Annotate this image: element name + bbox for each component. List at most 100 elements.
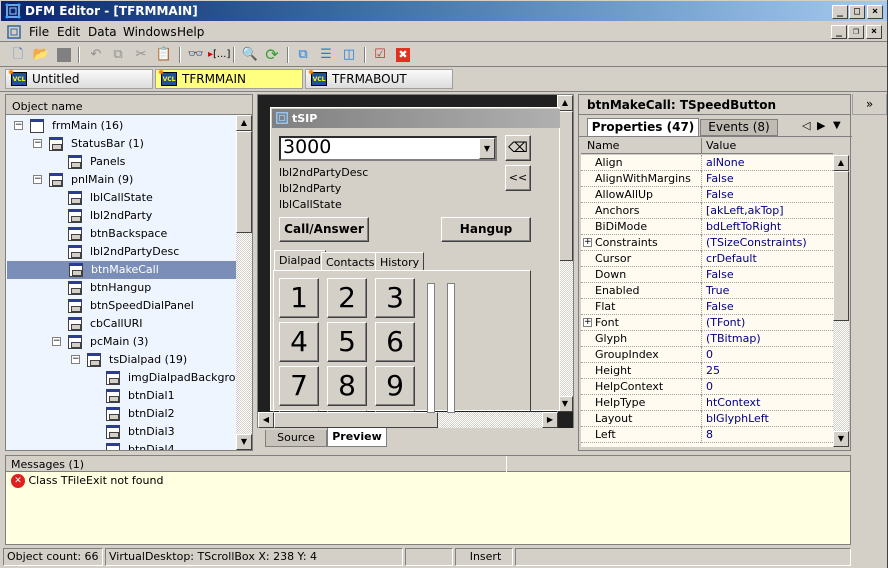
child-close-button[interactable]: × <box>866 25 882 39</box>
tab-properties[interactable]: Properties (47) <box>587 118 699 136</box>
property-value[interactable]: False <box>706 267 734 282</box>
open-folder-icon[interactable]: 📂 <box>31 46 51 64</box>
tree-node[interactable]: lblCallState <box>6 189 235 207</box>
doc-tab-untitled[interactable]: VCL Untitled <box>5 69 153 89</box>
property-row[interactable]: Height 25 <box>581 363 833 379</box>
find-binoculars-icon[interactable]: 👓 <box>186 46 206 64</box>
property-value[interactable]: False <box>706 299 734 314</box>
preview-search-icon[interactable]: 🔍 <box>240 46 260 64</box>
tree-node[interactable]: btnSpeedDialPanel <box>6 297 235 315</box>
property-row[interactable]: Align alNone <box>581 155 833 171</box>
property-row[interactable]: + Font (TFont) <box>581 315 833 331</box>
dial-key-4[interactable]: 4 <box>279 322 319 362</box>
checklist-icon[interactable]: ☑ <box>370 46 390 64</box>
property-row[interactable]: + Constraints (TSizeConstraints) <box>581 235 833 251</box>
doc-tab-tfrmabout[interactable]: VCL TFRMABOUT <box>305 69 453 89</box>
tree-node[interactable]: btnMakeCall <box>7 261 236 279</box>
refresh-icon[interactable]: ⟳ <box>262 46 282 64</box>
tree-node[interactable]: − pnlMain (9) <box>6 171 235 189</box>
property-value[interactable]: (TSizeConstraints) <box>706 235 807 250</box>
dial-key-partial[interactable] <box>279 410 319 412</box>
property-row[interactable]: AllowAllUp False <box>581 187 833 203</box>
expand-toggle-icon[interactable]: + <box>583 318 592 327</box>
backspace-button[interactable]: ⌫ <box>505 135 531 161</box>
paste-icon[interactable]: 📋 <box>154 46 174 64</box>
dial-key-3[interactable]: 3 <box>375 278 415 318</box>
scroll-up-button[interactable]: ▲ <box>833 155 849 171</box>
tree-node[interactable]: btnDial4 <box>6 441 235 450</box>
property-value[interactable]: (TFont) <box>706 315 745 330</box>
property-scrollbar[interactable]: ▲ ▼ <box>833 155 849 447</box>
mic-volume-slider[interactable] <box>427 283 435 413</box>
message-item[interactable]: ✕ Class TFileExit not found <box>11 474 163 488</box>
tile-horizontal-icon[interactable]: ☰ <box>316 46 336 64</box>
property-row[interactable]: AlignWithMargins False <box>581 171 833 187</box>
scroll-down-button[interactable]: ▼ <box>833 431 849 447</box>
scroll-left-button[interactable]: ◀ <box>258 412 274 428</box>
dial-key-1[interactable]: 1 <box>279 278 319 318</box>
tree-node[interactable]: cbCallURI <box>6 315 235 333</box>
dial-key-2[interactable]: 2 <box>327 278 367 318</box>
property-row[interactable]: Cursor crDefault <box>581 251 833 267</box>
scroll-thumb[interactable] <box>833 171 849 321</box>
property-row[interactable]: HelpType htContext <box>581 395 833 411</box>
property-row[interactable]: GroupIndex 0 <box>581 347 833 363</box>
property-row[interactable]: Glyph (TBitmap) <box>581 331 833 347</box>
tab-events[interactable]: Events (8) <box>700 119 778 136</box>
tree-node[interactable]: − StatusBar (1) <box>6 135 235 153</box>
hangup-button[interactable]: Hangup <box>441 217 531 242</box>
menu-windows[interactable]: Windows <box>123 25 177 39</box>
scroll-down-button[interactable]: ▼ <box>236 434 252 450</box>
property-value[interactable]: [akLeft,akTop] <box>706 203 784 218</box>
tree-node[interactable]: lbl2ndPartyDesc <box>6 243 235 261</box>
designer-hscrollbar[interactable]: ◀ ▶ <box>258 412 558 428</box>
dial-key-partial[interactable] <box>327 410 367 412</box>
dial-key-partial[interactable] <box>375 410 415 412</box>
scroll-right-button[interactable]: ▶ <box>542 412 558 428</box>
property-value[interactable]: False <box>706 187 734 202</box>
tab-scroll-left-icon[interactable]: ◁ <box>802 119 810 132</box>
menu-help[interactable]: Help <box>177 25 204 39</box>
speaker-volume-slider[interactable] <box>447 283 455 413</box>
tab-list-dropdown-icon[interactable]: ▼ <box>833 120 841 131</box>
property-row[interactable]: BiDiMode bdLeftToRight <box>581 219 833 235</box>
property-value[interactable]: 0 <box>706 347 713 362</box>
chevron-down-icon[interactable]: ▼ <box>479 138 495 159</box>
tab-preview[interactable]: Preview <box>327 428 387 447</box>
property-row[interactable]: HelpContext 0 <box>581 379 833 395</box>
call-answer-button[interactable]: Call/Answer <box>279 217 369 242</box>
goto-property-icon[interactable]: ▸[...] <box>208 46 230 64</box>
property-value[interactable]: True <box>706 283 729 298</box>
cut-icon[interactable]: ✂ <box>131 46 151 64</box>
collapse-toggle-icon[interactable]: − <box>52 337 61 346</box>
scroll-up-button[interactable]: ▲ <box>236 115 252 131</box>
tree-node[interactable]: lbl2ndParty <box>6 207 235 225</box>
collapse-panel-button[interactable]: » <box>852 94 887 115</box>
property-value[interactable]: bdLeftToRight <box>706 219 781 234</box>
menu-edit[interactable]: Edit <box>57 25 80 39</box>
dial-key-5[interactable]: 5 <box>327 322 367 362</box>
tree-node[interactable]: − pcMain (3) <box>6 333 235 351</box>
property-value[interactable]: 0 <box>706 379 713 394</box>
copy-icon[interactable]: ⧉ <box>108 46 128 64</box>
child-minimize-button[interactable]: _ <box>831 25 847 39</box>
tree-node[interactable]: − tsDialpad (19) <box>6 351 235 369</box>
collapse-toggle-icon[interactable]: − <box>33 139 42 148</box>
collapse-toggle-icon[interactable]: − <box>71 355 80 364</box>
mdi-child-icon[interactable] <box>6 24 22 40</box>
property-value[interactable]: htContext <box>706 395 760 410</box>
property-value[interactable]: (TBitmap) <box>706 331 761 346</box>
tree-node[interactable]: btnHangup <box>6 279 235 297</box>
property-value[interactable]: crDefault <box>706 251 757 266</box>
property-row[interactable]: Enabled True <box>581 283 833 299</box>
scroll-thumb[interactable] <box>236 131 252 233</box>
new-file-icon[interactable]: 🗋 <box>8 46 28 64</box>
property-value[interactable]: 25 <box>706 363 720 378</box>
tree-node[interactable]: btnDial3 <box>6 423 235 441</box>
tree-scrollbar[interactable]: ▲ ▼ <box>236 115 252 450</box>
maximize-button[interactable]: □ <box>849 5 865 19</box>
property-row[interactable]: Down False <box>581 267 833 283</box>
child-restore-button[interactable]: ❐ <box>848 25 864 39</box>
collapse-toggle-icon[interactable]: − <box>14 121 23 130</box>
dial-key-9[interactable]: 9 <box>375 366 415 406</box>
